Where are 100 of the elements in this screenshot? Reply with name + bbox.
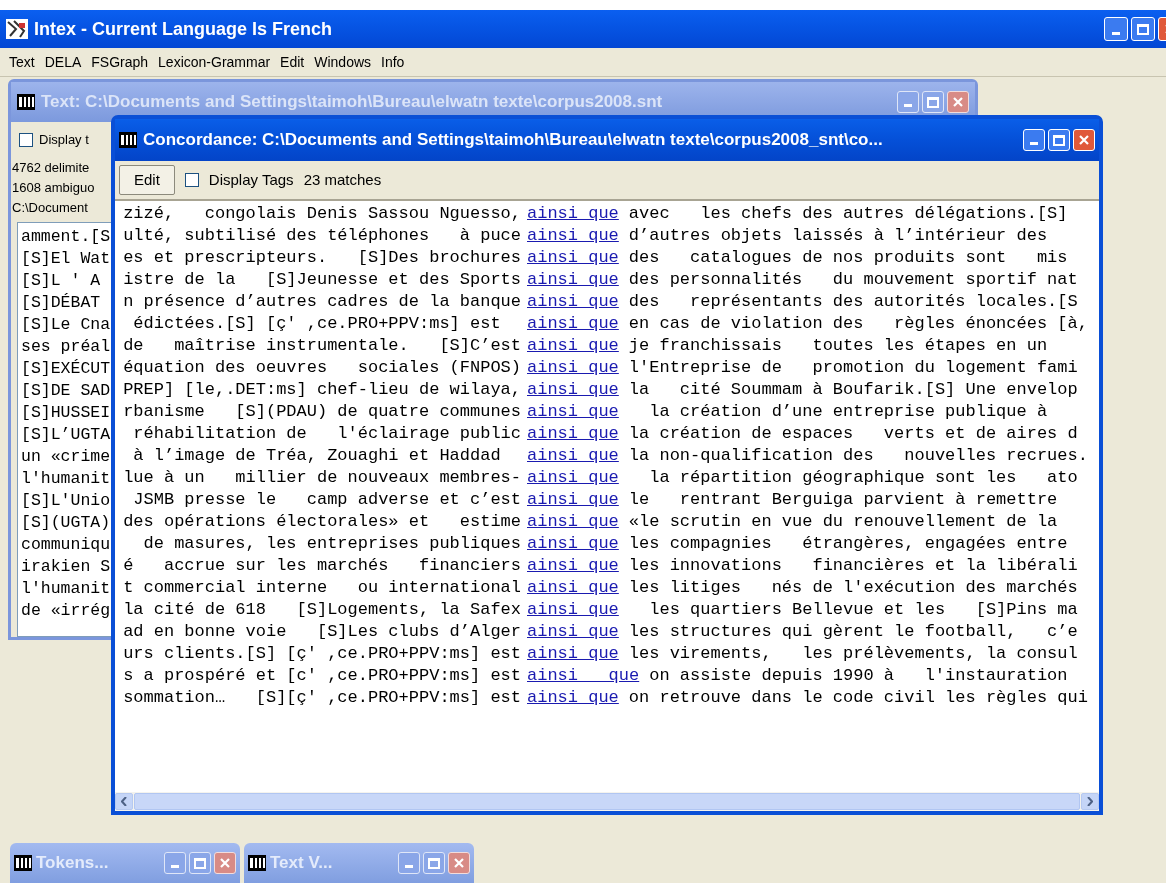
text-line: [S]DE SAD	[21, 380, 111, 402]
left-context: rbanisme [S](PDAU) de quatre communes	[122, 401, 521, 423]
minimize-button[interactable]	[398, 852, 420, 874]
keyword-link[interactable]: ainsi que	[527, 577, 619, 599]
keyword-link[interactable]: ainsi que	[527, 555, 619, 577]
right-context: avec les chefs des autres délégations.[S]	[628, 203, 1068, 225]
keyword-link[interactable]: ainsi que	[527, 533, 619, 555]
left-context: édictées.[S] [ç' ,ce.PRO+PPV:ms] est	[132, 313, 502, 335]
window-icon	[14, 855, 32, 871]
text-line: [S]HUSSEI	[21, 402, 111, 424]
close-icon	[1078, 134, 1090, 146]
keyword-link[interactable]: ainsi que	[527, 203, 619, 225]
right-context: je franchissais toutes les étapes en un	[628, 335, 1048, 357]
right-context: les litiges nés de l'exécution des marchés	[628, 577, 1078, 599]
text-line: [S](UGTA)	[21, 512, 111, 534]
maximize-button[interactable]	[189, 852, 211, 874]
keyword-link[interactable]: ainsi que	[527, 225, 619, 247]
right-context: «le scrutin en vue du renouvellement de la	[628, 511, 1058, 533]
text-line: [S]L'Unio	[21, 490, 111, 512]
text-line: ses préal	[21, 336, 111, 358]
keyword-link[interactable]: ainsi que	[527, 467, 619, 489]
close-button[interactable]	[448, 852, 470, 874]
keyword-link[interactable]: ainsi que	[527, 269, 619, 291]
left-context: la cité de 618 [S]Logements, la Safex	[122, 599, 521, 621]
menu-item[interactable]: Info	[376, 51, 410, 73]
window-title: Tokens...	[36, 852, 109, 875]
close-button[interactable]	[947, 91, 969, 113]
close-icon	[219, 857, 231, 869]
right-context: des personnalités du mouvement sportif nat	[628, 269, 1078, 291]
maximize-button[interactable]	[922, 91, 944, 113]
keyword-link[interactable]: ainsi que	[527, 335, 619, 357]
edit-button[interactable]: Edit	[119, 165, 175, 195]
keyword-link[interactable]: ainsi que	[527, 665, 640, 687]
left-context: à l’image de Tréa, Zouaghi et Haddad	[132, 445, 502, 467]
maximize-button[interactable]	[423, 852, 445, 874]
text-line: [S]EXÉCUT	[21, 358, 111, 380]
right-context: les innovations financières et la libérali	[628, 555, 1078, 577]
keyword-link[interactable]: ainsi que	[527, 489, 619, 511]
keyword-link[interactable]: ainsi que	[527, 643, 619, 665]
right-context: des catalogues de nos produits sont mis	[628, 247, 1068, 269]
checkbox-label: Display Tags	[208, 169, 294, 190]
scroll-left-button[interactable]	[115, 793, 133, 810]
right-context: les virements, les prélèvements, la consul	[628, 643, 1078, 665]
window-title: Text V...	[270, 852, 333, 875]
text-line: l'humanit	[21, 578, 111, 600]
menu-item[interactable]: Lexicon-Grammar	[153, 51, 276, 73]
text-line: [S]Le Cna	[21, 314, 111, 336]
close-button[interactable]	[214, 852, 236, 874]
keyword-link[interactable]: ainsi que	[527, 599, 619, 621]
keyword-link[interactable]: ainsi que	[527, 313, 619, 335]
window-icon	[248, 855, 266, 871]
checkbox-label: Display t	[39, 131, 89, 150]
keyword-link[interactable]: ainsi que	[527, 445, 619, 467]
right-context: la non-qualification des nouvelles recrues.	[628, 445, 1088, 467]
left-context: lue à un millier de nouveaux membres-	[122, 467, 521, 489]
left-context: s a prospéré et [c' ,ce.PRO+PPV:ms] est	[122, 665, 521, 687]
text-line: l'humanit	[21, 468, 111, 490]
menu-item[interactable]: Windows	[309, 51, 377, 73]
right-context: on assiste depuis 1990 à l'instauration	[649, 665, 1068, 687]
keyword-link[interactable]: ainsi que	[527, 511, 619, 533]
keyword-link[interactable]: ainsi que	[527, 423, 619, 445]
left-context: JSMB presse le camp adverse et c’est	[132, 489, 521, 511]
app-icon	[6, 19, 28, 39]
right-context: la cité Soummam à Boufarik.[S] Une envelop	[628, 379, 1078, 401]
text-line: communiqu	[21, 534, 111, 556]
left-context: zizé, congolais Denis Sassou Nguesso,	[122, 203, 521, 225]
menu-item[interactable]: DELA	[39, 51, 87, 73]
checkbox[interactable]	[19, 133, 33, 147]
window-title: Text: C:\Documents and Settings\taimoh\Bureau\elwatn texte\corpus2008.snt	[41, 91, 663, 114]
right-context: la création d’une entreprise publique à	[648, 401, 1048, 423]
keyword-link[interactable]: ainsi que	[527, 379, 619, 401]
right-context: les structures qui gèrent le football, c’e	[628, 621, 1078, 643]
text-line: [S]El Wat	[21, 248, 111, 270]
text-line: [S]L’UGTA	[21, 424, 111, 446]
window-title: Intex - Current Language Is French	[34, 17, 333, 41]
right-context: les quartiers Bellevue et les [S]Pins ma	[648, 599, 1078, 621]
info-text: 1608 ambiguo	[12, 179, 95, 197]
window-title: Concordance: C:\Documents and Settings\taimoh\Bureau\elwatn texte\corpus2008_snt\co...	[143, 129, 883, 152]
text-line: irakien S	[21, 556, 111, 578]
right-context: en cas de violation des règles énoncées [à,	[628, 313, 1088, 335]
left-context: réhabilitation de l'éclairage public	[132, 423, 521, 445]
checkbox[interactable]	[184, 173, 199, 187]
keyword-link[interactable]: ainsi que	[527, 247, 619, 269]
menu-item[interactable]: FSGraph	[86, 51, 154, 73]
minimize-button[interactable]	[897, 91, 919, 113]
menu-item[interactable]: Text	[4, 51, 40, 73]
scroll-right-button[interactable]	[1081, 793, 1099, 810]
left-context: de masures, les entreprises publiques	[142, 533, 521, 555]
right-context: la création de espaces verts et de aires d	[628, 423, 1078, 445]
keyword-link[interactable]: ainsi que	[527, 291, 619, 313]
match-count: 23 matches	[303, 169, 382, 190]
menu-item[interactable]: Edit	[275, 51, 310, 73]
left-context: istre de la [S]Jeunesse et des Sports	[122, 269, 521, 291]
left-context: des opérations électorales» et estime	[122, 511, 521, 533]
text-line: un «crime	[21, 446, 111, 468]
keyword-link[interactable]: ainsi que	[527, 687, 619, 709]
keyword-link[interactable]: ainsi que	[527, 401, 619, 423]
minimize-button[interactable]	[164, 852, 186, 874]
keyword-link[interactable]: ainsi que	[527, 621, 619, 643]
keyword-link[interactable]: ainsi que	[527, 357, 619, 379]
